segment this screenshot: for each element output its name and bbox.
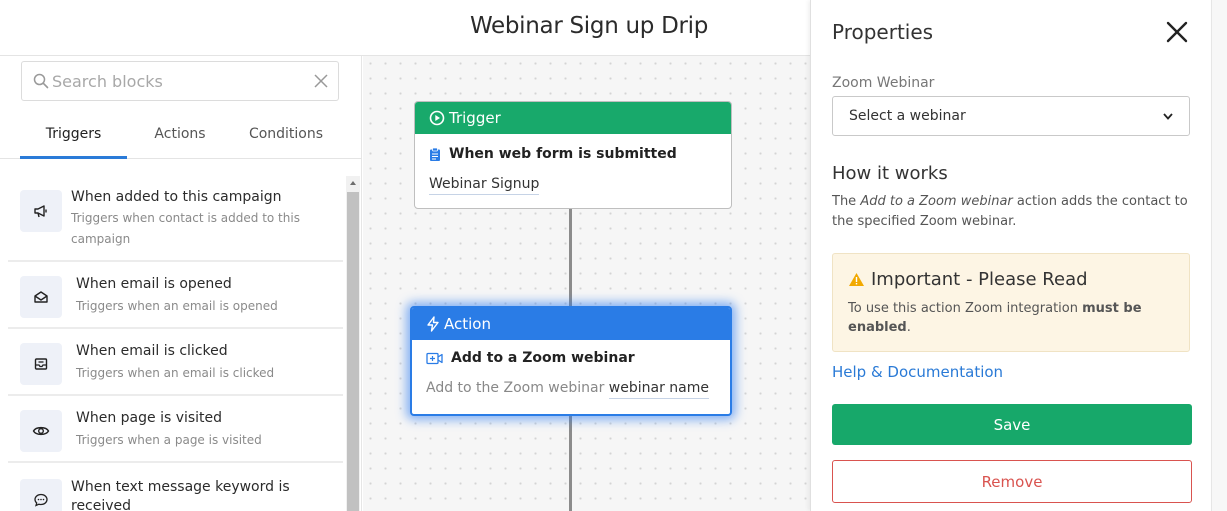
chat-icon: [20, 479, 62, 511]
trigger-desc: Triggers when an email is opened: [76, 299, 278, 313]
trigger-node[interactable]: Trigger When web form is submitted Webin…: [414, 101, 732, 209]
remove-button[interactable]: Remove: [832, 460, 1192, 503]
envelope-click-icon: [20, 343, 62, 385]
trigger-node-title: When web form is submitted: [449, 146, 677, 162]
action-node-prefix: Add to the Zoom webinar: [426, 380, 605, 396]
warning-text: To use this action Zoom integration must…: [848, 299, 1178, 337]
search-input[interactable]: [52, 68, 302, 94]
trigger-title: When email is opened: [76, 276, 232, 292]
how-text-action-name: Add to a Zoom webinar: [860, 194, 1013, 209]
close-icon[interactable]: [1165, 20, 1189, 44]
trigger-desc: Triggers when contact is added to this c…: [71, 211, 300, 246]
scroll-thumb[interactable]: [347, 192, 359, 511]
trigger-item-email-clicked[interactable]: When email is clicked Triggers when an e…: [8, 331, 343, 396]
tab-actions[interactable]: Actions: [127, 126, 233, 159]
how-it-works-text: The Add to a Zoom webinar action adds th…: [832, 192, 1192, 231]
action-node-label: Action: [444, 315, 491, 333]
trigger-title: When email is clicked: [76, 343, 228, 359]
save-button[interactable]: Save: [832, 404, 1192, 445]
trigger-node-value[interactable]: Webinar Signup: [429, 176, 540, 195]
trigger-title: When added to this campaign: [71, 189, 282, 205]
connector-line: [569, 416, 572, 511]
trigger-list-scrollbar[interactable]: [346, 176, 360, 511]
trigger-node-header: Trigger: [415, 102, 731, 134]
tab-conditions[interactable]: Conditions: [233, 126, 339, 159]
window-edge: [1211, 0, 1227, 511]
lightning-icon: [427, 316, 439, 332]
webinar-select[interactable]: Select a webinar: [832, 96, 1190, 136]
action-node-title: Add to a Zoom webinar: [451, 350, 635, 366]
warning-title-row: Important - Please Read: [848, 269, 1088, 290]
properties-title: Properties: [832, 20, 934, 44]
search-box[interactable]: [21, 61, 339, 101]
trigger-desc: Triggers when an email is clicked: [76, 366, 275, 380]
trigger-list: When added to this campaign Triggers whe…: [0, 160, 345, 511]
block-tabs: Triggers Actions Conditions: [0, 114, 362, 159]
warning-text-post: .: [906, 320, 911, 335]
trigger-node-title-row: When web form is submitted: [429, 146, 677, 162]
zoom-webinar-label: Zoom Webinar: [832, 75, 935, 91]
scroll-up-arrow-icon[interactable]: [348, 178, 358, 188]
tab-triggers[interactable]: Triggers: [20, 126, 127, 159]
action-node-desc: Add to the Zoom webinar webinar name: [426, 380, 709, 399]
trigger-item-page-visited[interactable]: When page is visited Triggers when a pag…: [8, 398, 343, 463]
workflow-canvas[interactable]: Trigger When web form is submitted Webin…: [363, 56, 810, 511]
action-node-header: Action: [412, 308, 730, 340]
action-node-title-row: Add to a Zoom webinar: [426, 350, 635, 366]
trigger-title: When text message keyword is received: [71, 479, 290, 511]
action-node-value[interactable]: webinar name: [608, 380, 709, 399]
warning-title: Important - Please Read: [871, 269, 1088, 290]
video-icon: [426, 352, 443, 364]
chevron-down-icon: [1163, 112, 1173, 120]
blocks-panel: Triggers Actions Conditions When added t…: [0, 56, 362, 511]
warning-text-pre: To use this action Zoom integration: [848, 301, 1083, 316]
megaphone-icon: [20, 190, 62, 232]
trigger-item-text-keyword[interactable]: When text message keyword is received: [8, 465, 343, 511]
warning-icon: [849, 273, 864, 286]
trigger-node-label: Trigger: [449, 109, 501, 127]
eye-icon: [20, 410, 62, 452]
how-it-works-title: How it works: [832, 163, 948, 184]
trigger-desc: Triggers when a page is visited: [76, 433, 262, 447]
how-text-pre: The: [832, 194, 861, 209]
action-node[interactable]: Action Add to a Zoom webinar Add to the …: [410, 306, 732, 416]
connector-line: [569, 209, 572, 306]
clipboard-icon: [430, 147, 440, 161]
important-notice: Important - Please Read To use this acti…: [832, 253, 1190, 352]
trigger-item-added-to-campaign[interactable]: When added to this campaign Triggers whe…: [8, 180, 343, 262]
envelope-open-icon: [20, 276, 62, 318]
trigger-title: When page is visited: [76, 410, 223, 426]
clear-search-icon[interactable]: [314, 74, 328, 88]
help-documentation-link[interactable]: Help & Documentation: [832, 363, 1003, 381]
search-icon: [33, 73, 49, 89]
trigger-item-email-opened[interactable]: When email is opened Triggers when an em…: [8, 264, 343, 329]
webinar-select-value: Select a webinar: [849, 108, 966, 124]
properties-panel: Properties Zoom Webinar Select a webinar…: [810, 0, 1210, 511]
play-circle-icon: [429, 110, 445, 126]
